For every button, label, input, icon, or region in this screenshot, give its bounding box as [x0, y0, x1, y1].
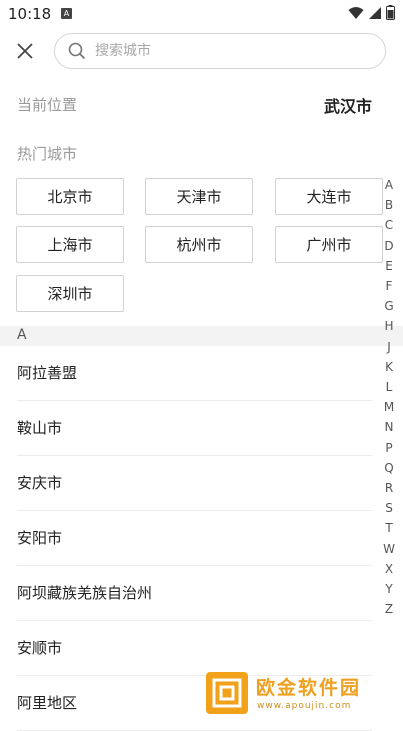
watermark-logo [206, 672, 248, 714]
hot-cities-label: 热门城市 [17, 145, 78, 163]
list-item[interactable]: 安顺市 [0, 621, 380, 676]
index-letter-b[interactable]: B [380, 198, 398, 212]
list-item-label: 阿拉善盟 [17, 364, 78, 382]
search-input[interactable] [95, 40, 375, 62]
list-item[interactable]: 阿拉善盟 [0, 346, 380, 401]
notification-icon: A [61, 8, 72, 19]
hot-city-button[interactable]: 天津市 [145, 178, 253, 215]
index-letter-d[interactable]: D [380, 239, 398, 253]
current-location-label: 当前位置 [17, 96, 78, 114]
index-letter-e[interactable]: E [380, 259, 398, 273]
watermark-url: www.apoujin.com [257, 701, 352, 711]
index-letter-s[interactable]: S [380, 501, 398, 515]
index-letter-t[interactable]: T [380, 521, 398, 535]
close-button[interactable] [12, 38, 38, 64]
list-item[interactable]: 阿坝藏族羌族自治州 [0, 566, 380, 621]
status-bar: 10:18 A [0, 0, 403, 28]
status-icons [348, 5, 395, 20]
close-icon [17, 43, 33, 59]
index-letter-l[interactable]: L [380, 380, 398, 394]
index-letter-g[interactable]: G [380, 299, 398, 313]
index-letter-z[interactable]: Z [380, 602, 398, 616]
search-icon [68, 42, 86, 60]
hot-city-button[interactable]: 杭州市 [145, 226, 253, 263]
wifi-icon [348, 6, 364, 19]
list-item-label: 安庆市 [17, 474, 63, 492]
index-letter-h[interactable]: H [380, 319, 398, 333]
watermark-text: 欧金软件园 [256, 677, 362, 699]
list-item-label: 安顺市 [17, 639, 63, 657]
list-item-label: 阿坝藏族羌族自治州 [17, 584, 153, 602]
index-letter-f[interactable]: F [380, 279, 398, 293]
list-item-label: 安阳市 [17, 529, 63, 547]
current-location-row: 当前位置 武汉市 [0, 90, 403, 120]
search-row [0, 30, 403, 74]
index-letter-m[interactable]: M [380, 400, 398, 414]
alphabet-index-bar[interactable]: ABCDEFGHJKLMNPQRSTWXYZ [380, 176, 398, 616]
hot-cities-grid: 北京市 天津市 大连市 上海市 杭州市 广州市 深圳市 [0, 178, 403, 318]
hot-city-button[interactable]: 上海市 [16, 226, 124, 263]
list-item-label: 鞍山市 [17, 419, 63, 437]
status-time: 10:18 [8, 5, 52, 23]
list-item[interactable]: 鞍山市 [0, 401, 380, 456]
index-letter-q[interactable]: Q [380, 461, 398, 475]
index-letter-c[interactable]: C [380, 218, 398, 232]
battery-icon [386, 5, 395, 20]
section-letter: A [17, 327, 27, 343]
list-item[interactable]: 安庆市 [0, 456, 380, 511]
hot-city-button[interactable]: 大连市 [275, 178, 383, 215]
section-header: A [0, 326, 403, 346]
index-letter-k[interactable]: K [380, 360, 398, 374]
index-letter-r[interactable]: R [380, 481, 398, 495]
search-box[interactable] [54, 33, 386, 69]
index-letter-a[interactable]: A [380, 178, 398, 192]
list-item-label: 阿里地区 [17, 694, 78, 712]
hot-city-button[interactable]: 深圳市 [16, 275, 124, 312]
watermark: 欧金软件园 www.apoujin.com [204, 670, 400, 716]
current-city[interactable]: 武汉市 [324, 93, 372, 117]
index-letter-x[interactable]: X [380, 562, 398, 576]
index-letter-y[interactable]: Y [380, 582, 398, 596]
hot-city-button[interactable]: 北京市 [16, 178, 124, 215]
index-letter-n[interactable]: N [380, 420, 398, 434]
list-item[interactable]: 安阳市 [0, 511, 380, 566]
hot-city-button[interactable]: 广州市 [275, 226, 383, 263]
index-letter-w[interactable]: W [380, 542, 398, 556]
index-letter-j[interactable]: J [380, 340, 398, 354]
index-letter-p[interactable]: P [380, 441, 398, 455]
signal-icon [369, 6, 381, 19]
